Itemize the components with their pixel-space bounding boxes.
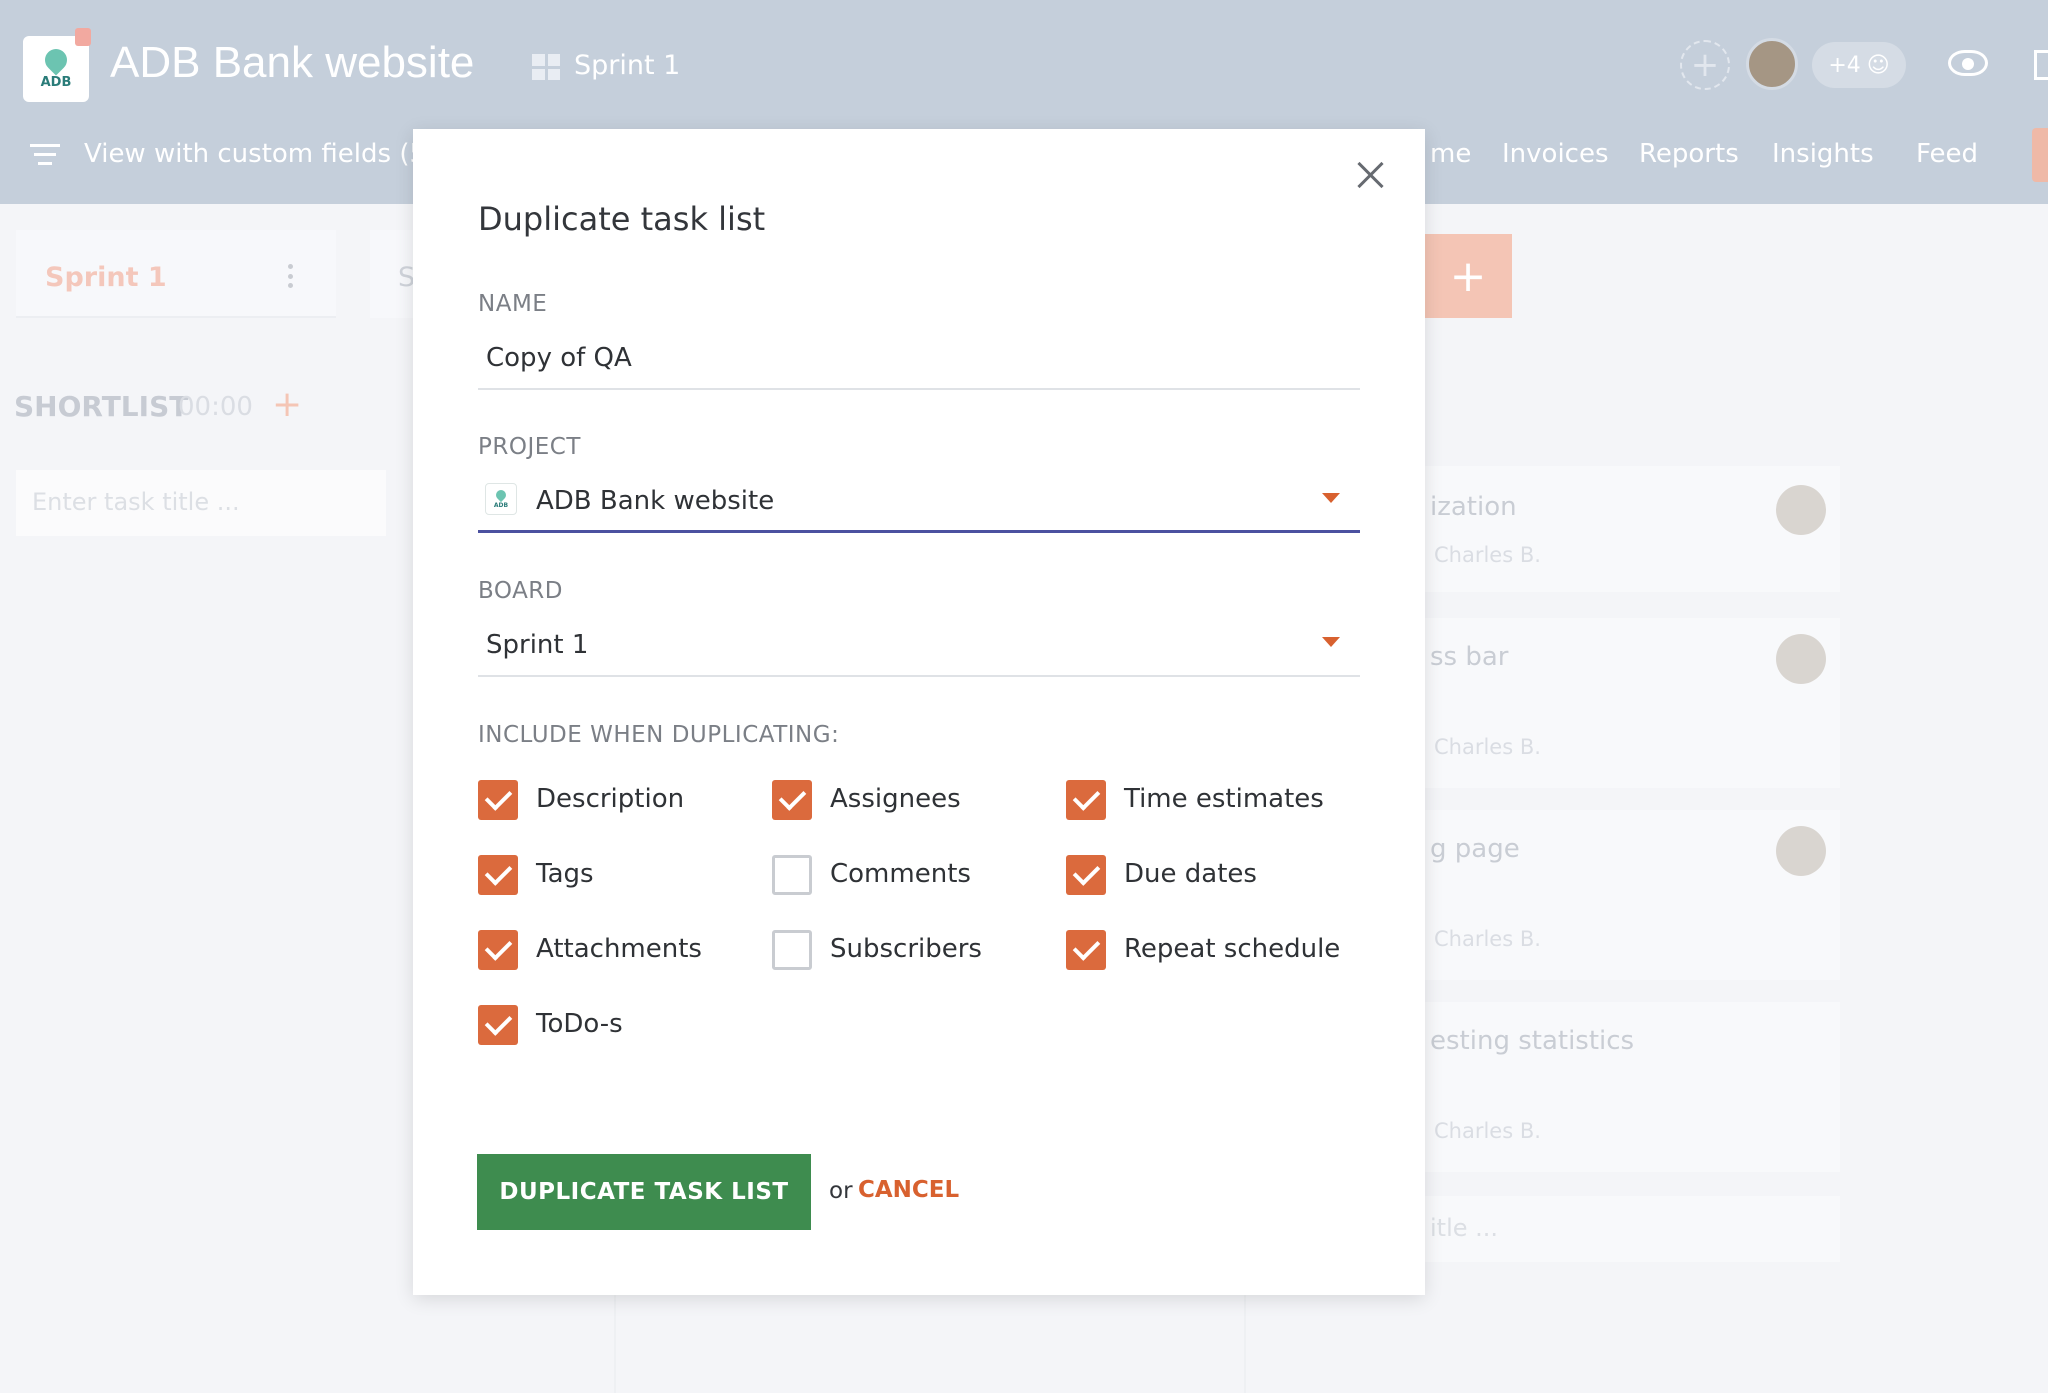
leaf-icon [40,43,72,76]
lock-icon [75,28,91,46]
comments-label[interactable]: Comments [830,859,971,889]
name-value: Copy of QA [486,343,632,373]
filter-icon[interactable] [30,144,60,166]
board-label: BOARD [478,578,563,604]
more-members-count: +4 [1828,52,1861,78]
task-card-title: ization [1430,492,1517,522]
avatar [1776,485,1826,535]
include-label: INCLUDE WHEN DUPLICATING: [478,722,840,748]
board-selector[interactable]: Sprint 1 [574,50,680,81]
task-card-title: esting statistics [1430,1026,1635,1056]
project-logo: ADB [485,483,517,515]
task-card-assignee: Charles B. [1434,1119,1541,1143]
description-label[interactable]: Description [536,784,684,814]
more-members-button[interactable]: +4 ☺ [1812,42,1906,88]
avatar [1776,634,1826,684]
assignees-checkbox[interactable] [772,780,812,820]
tags-checkbox[interactable] [478,855,518,895]
board-select[interactable] [478,617,1360,677]
nav-reports[interactable]: Reports [1639,139,1739,169]
board-tab-label: Sprint 1 [45,262,167,293]
cancel-link[interactable]: CANCEL [858,1177,959,1203]
leaf-icon [493,487,509,502]
task-card-title: ss bar [1430,642,1509,672]
description-checkbox[interactable] [478,780,518,820]
task-title-placeholder: Enter task title ... [32,488,240,516]
task-card-assignee: Charles B. [1434,927,1541,951]
duplicate-task-list-button[interactable]: DUPLICATE TASK LIST [477,1154,811,1230]
time-estimates-label[interactable]: Time estimates [1124,784,1324,814]
kebab-menu-icon[interactable] [288,264,294,288]
header-action-button[interactable] [2032,128,2048,182]
list-title: SHORTLIST [14,390,189,423]
duplicate-task-list-dialog [413,129,1425,1295]
or-text: or [829,1178,853,1204]
nav-insights[interactable]: Insights [1772,139,1874,169]
project-value: ADB Bank website [536,486,775,516]
name-label: NAME [478,291,548,317]
nav-item-partial[interactable]: me [1430,139,1471,169]
add-board-button[interactable]: + [1424,234,1512,318]
avatar[interactable] [1746,38,1798,90]
dialog-title: Duplicate task list [478,200,766,238]
add-member-button[interactable]: + [1680,40,1730,90]
close-icon[interactable] [1356,160,1386,190]
task-card-assignee: Charles B. [1434,543,1541,567]
people-icon: ☺ [1866,52,1890,78]
repeat-schedule-checkbox[interactable] [1066,930,1106,970]
comments-checkbox[interactable] [772,855,812,895]
chevron-down-icon[interactable] [1322,637,1340,647]
assignees-label[interactable]: Assignees [830,784,961,814]
tags-label[interactable]: Tags [536,859,594,889]
eye-icon[interactable] [1948,50,1988,76]
board-icon [532,54,560,80]
task-card[interactable] [1420,466,1840,592]
todos-checkbox[interactable] [478,1005,518,1045]
logo-text: ADB [40,74,72,90]
project-title[interactable]: ADB Bank website [110,38,474,88]
task-title-placeholder: itle ... [1430,1214,1499,1242]
time-estimates-checkbox[interactable] [1066,780,1106,820]
chevron-down-icon[interactable] [1322,493,1340,503]
due-dates-label[interactable]: Due dates [1124,859,1257,889]
panel-icon[interactable] [2034,50,2048,80]
subscribers-label[interactable]: Subscribers [830,934,982,964]
project-label: PROJECT [478,434,581,460]
view-selector[interactable]: View with custom fields (5 [84,139,426,169]
nav-invoices[interactable]: Invoices [1502,139,1609,169]
due-dates-checkbox[interactable] [1066,855,1106,895]
avatar [1776,826,1826,876]
nav-feed[interactable]: Feed [1916,139,1978,169]
repeat-schedule-label[interactable]: Repeat schedule [1124,934,1340,964]
attachments-checkbox[interactable] [478,930,518,970]
todos-label[interactable]: ToDo-s [536,1009,623,1039]
subscribers-checkbox[interactable] [772,930,812,970]
add-task-icon[interactable]: + [272,384,302,425]
list-time: 00:00 [178,392,253,422]
attachments-label[interactable]: Attachments [536,934,702,964]
logo-text: ADB [493,501,509,509]
board-value: Sprint 1 [486,630,589,660]
task-card-assignee: Charles B. [1434,735,1541,759]
task-card-title: g page [1430,834,1520,864]
